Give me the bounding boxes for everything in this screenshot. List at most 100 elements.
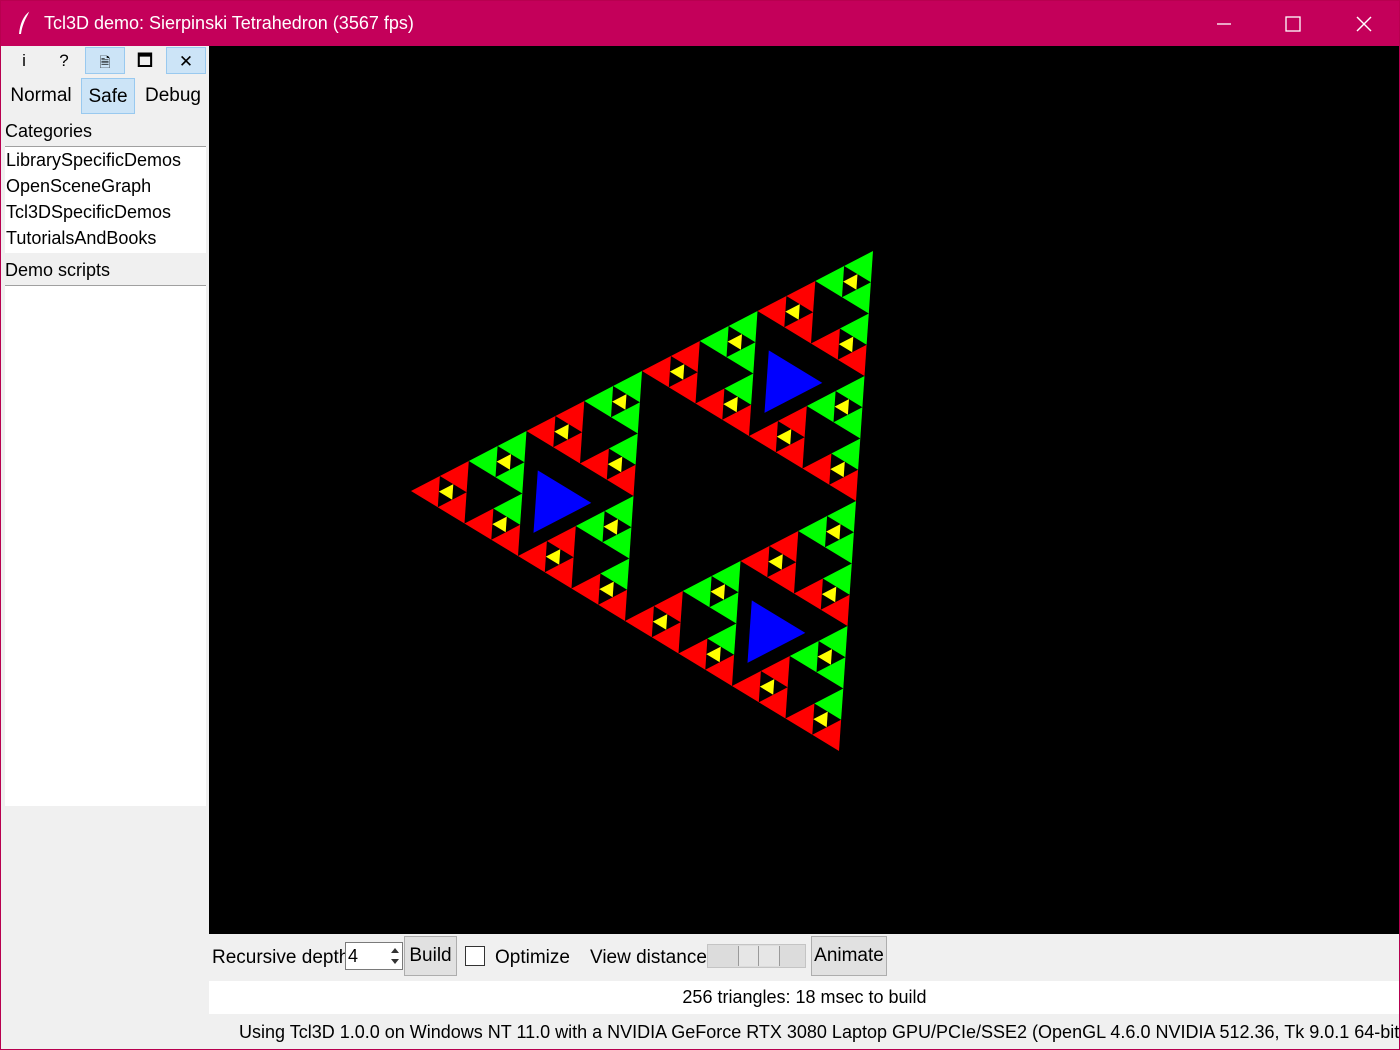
list-item[interactable]: LibrarySpecificDemos [5,147,206,173]
help-button[interactable]: ? [44,47,84,74]
tetra-face [411,476,440,508]
recursive-depth-spinbox[interactable] [345,942,403,970]
tetra-face-inner [710,584,725,600]
optimize-checkbox[interactable] [465,946,485,966]
list-item[interactable]: OpenSceneGraph [5,173,206,199]
sidebar: i ? 🗎 🗖 ✕ Normal Safe Debug Categories L… [4,46,209,1049]
tetra-face [724,373,754,405]
source-button[interactable]: 🗎 [85,47,125,74]
tetra-face [707,623,737,655]
tetra-face [827,501,856,533]
tetra-face [815,266,845,298]
tetra-face [789,641,819,673]
tetra-face [749,421,778,453]
info-button[interactable]: i [4,47,44,74]
exit-button[interactable]: ✕ [166,47,206,74]
minimize-icon [1217,23,1231,25]
tetra-face [839,313,869,345]
opengl-canvas[interactable] [209,46,1399,934]
build-button[interactable]: Build [404,936,457,976]
tetra-face [769,531,799,563]
tetra-face-inner [817,649,832,665]
tetra-face-inner [830,461,845,478]
tetra-face-inner [603,519,618,535]
tetra-face-inner [768,554,783,570]
tetra-face [732,671,761,703]
fullscreen-button[interactable]: 🗖 [125,47,165,74]
tetra-face [760,656,790,688]
tetra-face [555,401,585,433]
mode-safe-button[interactable]: Safe [81,78,135,114]
tetra-face [811,328,840,360]
tetra-face [814,688,844,720]
list-item[interactable]: Tcl3DSpecificDemos [5,199,206,225]
title-bar: Tcl3D demo: Sierpinski Tetrahedron (3567… [1,1,1399,46]
optimize-label: Optimize [495,947,570,968]
maximize-icon [1285,16,1301,32]
tetra-face [757,296,787,328]
app-window: Tcl3D demo: Sierpinski Tetrahedron (3567… [0,0,1400,1050]
tetra-face-inner [669,364,685,380]
info-text: Using Tcl3D 1.0.0 on Windows NT 11.0 wit… [239,1022,1400,1042]
categories-list[interactable]: LibrarySpecificDemos OpenSceneGraph Tcl3… [5,146,206,253]
maximize-button[interactable] [1259,1,1327,46]
tetra-face-inner [706,646,721,663]
tetra-face [571,573,601,605]
feather-icon [19,10,31,34]
tetra-face [785,703,815,735]
tetra-face [439,461,469,493]
tetra-face [584,386,614,418]
tetra-face [604,496,634,528]
spin-down-icon[interactable] [388,956,402,968]
demo-scripts-list[interactable] [5,285,206,806]
tetra-face-inner [599,581,614,598]
tetra-face-inner [759,679,775,695]
tetra-face [518,541,547,573]
minimize-button[interactable] [1190,1,1258,46]
tetra-face [464,508,494,540]
tetra-face-inner [612,394,627,410]
tetra-face-inner [652,614,668,630]
close-button[interactable] [1330,1,1398,46]
window-icon: 🗖 [136,51,154,70]
tetra-face [600,558,630,590]
tetra-face [806,391,836,423]
close-icon [1356,16,1372,32]
tetra-face [625,606,654,638]
info-bar: Using Tcl3D 1.0.0 on Windows NT 11.0 wit… [4,1015,1400,1049]
tetra-face-inner [776,429,792,445]
tetra-face [728,311,758,343]
tetra-face-inner [438,484,454,500]
tetra-face-inner [785,304,800,320]
tetra-face [844,251,873,283]
tetra-face [740,546,770,578]
tetra-face-inner [545,549,561,565]
animate-button[interactable]: Animate [811,936,887,976]
tetra-face [682,576,712,608]
tetra-face-inner [838,336,854,353]
tetra-face-inner [826,524,841,540]
demo-scripts-label: Demo scripts [5,260,111,280]
sierpinski-tetrahedron [411,251,873,751]
tetra-face [786,281,816,313]
tetra-face-inner [813,711,828,728]
status-message: 256 triangles: 18 msec to build [209,981,1399,1014]
view-distance-scale[interactable] [707,944,806,968]
tetra-face-inner [834,399,849,415]
tetra-face [468,446,498,478]
tetra-face [711,561,741,593]
tetra-face [497,431,527,463]
spin-up-icon[interactable] [388,944,402,956]
tetra-face-inner [723,396,738,413]
help-icon: ? [59,51,69,70]
recursive-depth-label: Recursive depth [212,947,350,968]
tetra-face [526,416,556,448]
tetra-face [493,493,523,525]
view-distance-slider-handle[interactable] [738,946,780,966]
list-item[interactable]: TutorialsAndBooks [5,225,206,251]
recursive-depth-input[interactable] [348,945,384,967]
mode-normal-button[interactable]: Normal [6,78,76,114]
tetra-face [678,638,708,670]
mode-debug-button[interactable]: Debug [138,78,208,114]
tetra-face [777,406,807,438]
